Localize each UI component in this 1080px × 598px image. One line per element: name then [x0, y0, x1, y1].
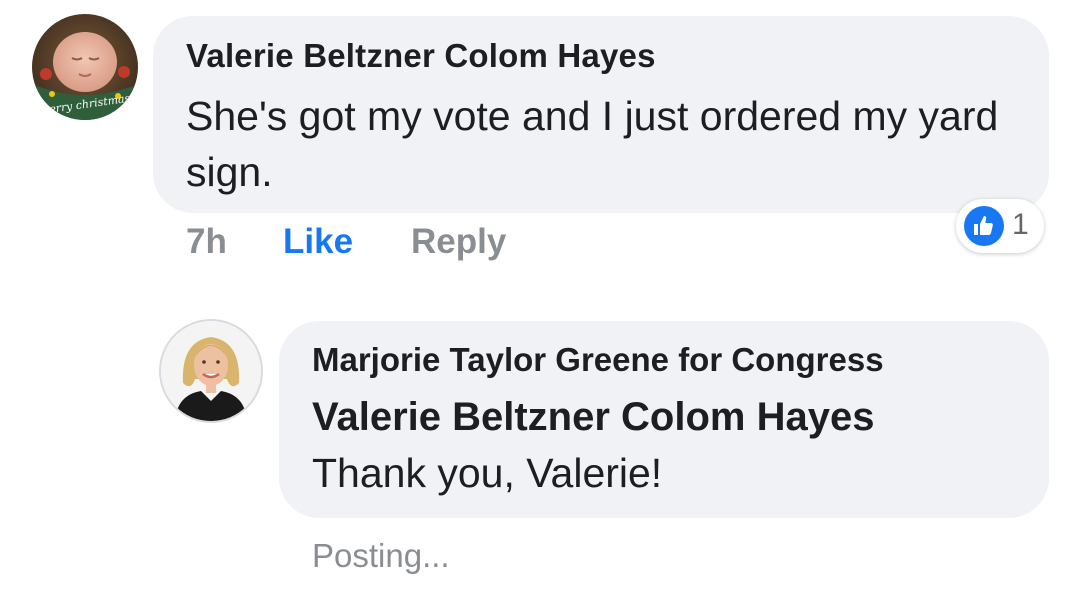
mention-tag[interactable]: Valerie Beltzner Colom Hayes: [312, 395, 874, 440]
comment-author-name[interactable]: Valerie Beltzner Colom Hayes: [186, 37, 656, 75]
comment-timestamp[interactable]: 7h: [186, 222, 227, 262]
avatar[interactable]: merry christmas: [32, 14, 138, 120]
woman-photo-avatar-image: [161, 321, 261, 421]
baby-photo-avatar-image: merry christmas: [32, 14, 138, 120]
reaction-count-badge[interactable]: 1: [956, 199, 1044, 253]
comment-text: She's got my vote and I just ordered my …: [186, 93, 999, 195]
like-button[interactable]: Like: [283, 222, 353, 262]
thumbs-up-icon: [964, 206, 1004, 246]
reply-author-name[interactable]: Marjorie Taylor Greene for Congress: [312, 341, 884, 379]
avatar[interactable]: [159, 319, 263, 423]
reply-button[interactable]: Reply: [411, 222, 506, 262]
posting-status: Posting...: [312, 537, 450, 574]
reply-text: Thank you, Valerie!: [312, 450, 663, 496]
reaction-count: 1: [1012, 208, 1029, 241]
